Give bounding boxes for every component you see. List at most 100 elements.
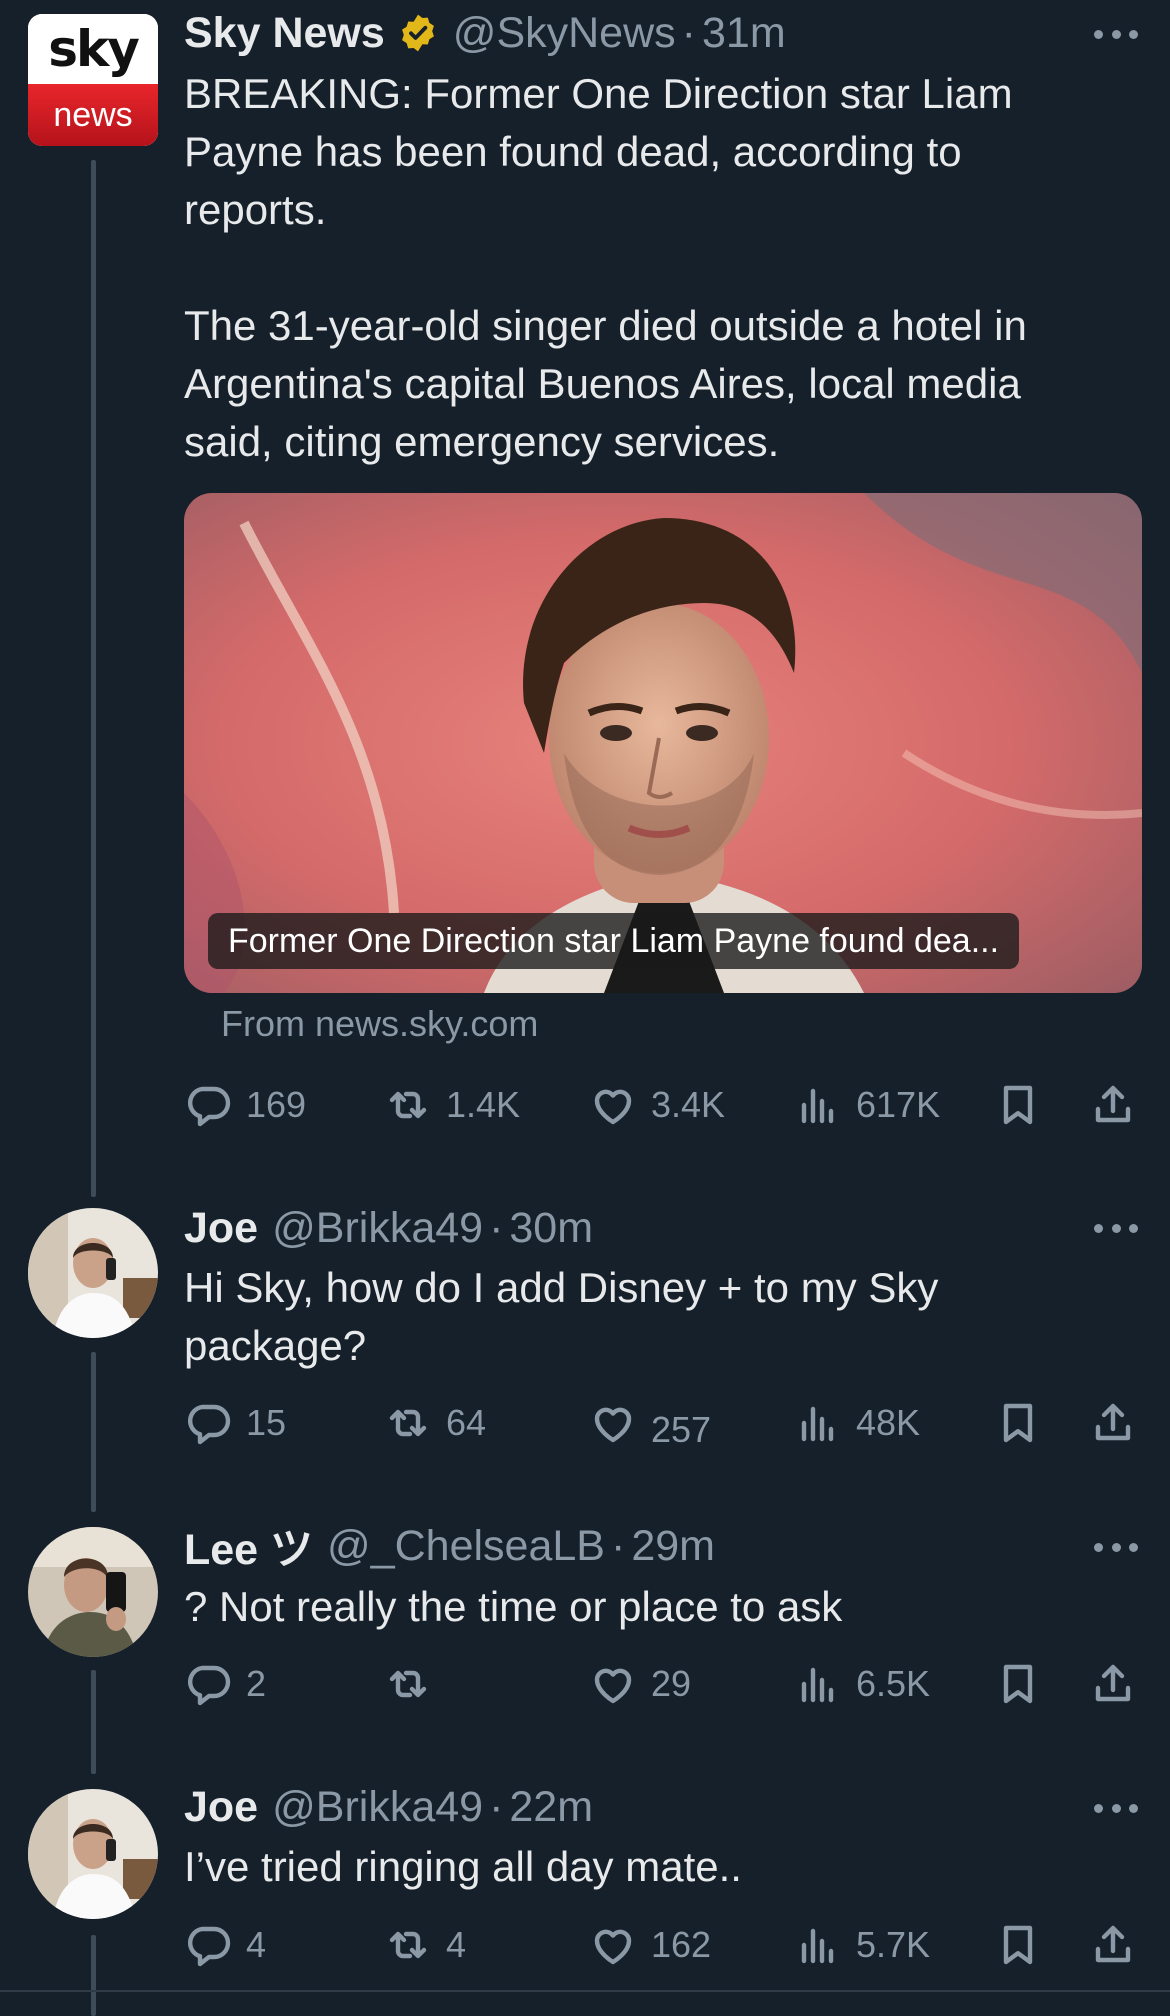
tweet-text: BREAKING: Former One Direction star Liam… [184,70,1027,465]
more-icon[interactable] [1094,28,1138,40]
more-icon[interactable] [1094,1222,1138,1234]
separator-dot: · [489,1203,504,1252]
more-icon[interactable] [1094,1541,1138,1553]
repost-button[interactable]: 64 [384,1395,486,1451]
tweet-header: Lee ツ @_ChelseaLB · 29m [184,1515,715,1577]
view-count: 6.5K [856,1663,931,1704]
share-button[interactable] [1089,1917,1137,1973]
reply-count: 15 [246,1402,287,1443]
repost-icon [384,1660,432,1708]
share-button[interactable] [1089,1656,1137,1712]
like-button[interactable]: 257 [589,1395,711,1451]
repost-button[interactable]: 1.4K [384,1077,520,1133]
separator-dot: · [489,1782,504,1831]
tweet-header: Joe @Brikka49 · 22m [184,1779,593,1835]
reply-button[interactable]: 4 [184,1917,266,1973]
avatar-image [28,1208,158,1338]
tweet-header: Sky News @SkyNews · 31m [184,8,786,58]
views-button[interactable]: 617K [794,1077,940,1133]
views-icon [794,1399,842,1447]
author-handle[interactable]: @Brikka49 [272,1204,483,1253]
bookmark-button[interactable] [994,1395,1042,1451]
timestamp[interactable]: 22m [509,1783,593,1832]
reply-icon [184,1921,232,1969]
timestamp[interactable]: 31m [702,9,786,58]
views-button[interactable]: 5.7K [794,1917,930,1973]
tweet-actions: 4 4 162 5.7K [184,1917,1144,1973]
author-handle[interactable]: @Brikka49 [272,1783,483,1832]
card-source[interactable]: From news.sky.com [221,1003,538,1045]
reply-count: 169 [246,1084,307,1125]
thread-line [91,1352,96,1512]
reply-icon [184,1399,232,1447]
verified-badge-icon [401,14,434,52]
view-count: 617K [856,1084,941,1125]
like-button[interactable]: 3.4K [589,1077,725,1133]
author-name[interactable]: Lee ツ [184,1515,313,1577]
reply-button[interactable]: 15 [184,1395,286,1451]
link-card[interactable]: Former One Direction star Liam Payne fou… [184,493,1142,993]
bookmark-icon [994,1399,1042,1447]
avatar-joe[interactable] [28,1208,158,1338]
repost-count: 4 [446,1924,467,1965]
tweet-header: Joe @Brikka49 · 30m [184,1200,593,1256]
views-button[interactable]: 48K [794,1395,920,1451]
reply-icon [184,1081,232,1129]
repost-icon [384,1921,432,1969]
like-count: 29 [651,1663,692,1704]
repost-button[interactable]: 4 [384,1917,466,1973]
reply-count: 2 [246,1663,267,1704]
repost-count: 64 [446,1402,487,1443]
like-count: 3.4K [651,1084,726,1125]
divider [0,1990,1170,1992]
reply-count: 4 [246,1924,267,1965]
like-icon [589,1921,637,1969]
view-count: 5.7K [856,1924,931,1965]
thread-line [91,1935,96,2016]
more-icon[interactable] [1094,1802,1138,1814]
bookmark-button[interactable] [994,1656,1042,1712]
thread-line [91,160,96,1197]
separator-dot: · [681,8,696,57]
timestamp[interactable]: 29m [631,1522,715,1571]
like-button[interactable]: 162 [589,1917,711,1973]
author-name[interactable]: Joe [184,1783,258,1832]
news-logo-text: news [53,95,133,134]
thread-line [91,1670,96,1774]
avatar-sky-news[interactable]: sky news [28,14,158,146]
bookmark-icon [994,1921,1042,1969]
like-icon [589,1081,637,1129]
author-handle[interactable]: @_ChelseaLB [327,1522,605,1571]
bookmark-icon [994,1081,1042,1129]
bookmark-button[interactable] [994,1077,1042,1133]
share-button[interactable] [1089,1077,1137,1133]
views-button[interactable]: 6.5K [794,1656,930,1712]
tweet-text: Hi Sky, how do I add Disney + to my Sky … [184,1264,939,1369]
share-icon [1089,1660,1137,1708]
like-icon [589,1660,637,1708]
reply-button[interactable]: 2 [184,1656,266,1712]
share-icon [1089,1081,1137,1129]
like-count: 162 [651,1924,712,1965]
avatar-joe[interactable] [28,1789,158,1919]
avatar-lee[interactable] [28,1527,158,1657]
tweet-actions: 15 64 257 48K [184,1395,1144,1451]
separator-dot: · [610,1521,626,1570]
sky-logo-text: sky [48,20,140,78]
reply-button[interactable]: 169 [184,1077,306,1133]
bookmark-button[interactable] [994,1917,1042,1973]
views-icon [794,1081,842,1129]
tweet-actions: 2 29 6.5K [184,1656,1144,1712]
author-name[interactable]: Sky News [184,9,385,58]
avatar-image [28,1527,158,1657]
reply-icon [184,1660,232,1708]
timestamp[interactable]: 30m [509,1204,593,1253]
share-button[interactable] [1089,1395,1137,1451]
author-handle[interactable]: @SkyNews [453,9,676,58]
author-name[interactable]: Joe [184,1204,258,1253]
repost-button[interactable] [384,1656,446,1712]
like-count: 257 [651,1409,712,1450]
repost-icon [384,1081,432,1129]
like-button[interactable]: 29 [589,1656,691,1712]
views-icon [794,1921,842,1969]
